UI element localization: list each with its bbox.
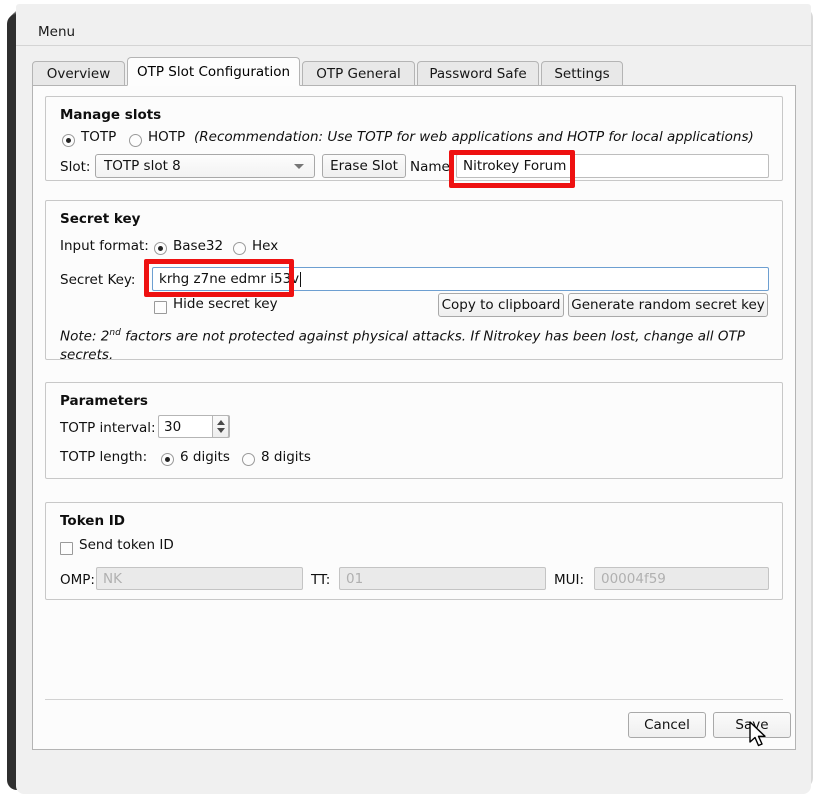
footer-divider bbox=[45, 699, 783, 700]
tab-strip: Overview OTP Slot Configuration OTP Gene… bbox=[32, 57, 796, 86]
manage-slots-group: Manage slots TOTP HOTP (Recommendation: … bbox=[45, 96, 783, 181]
spinbox-buttons[interactable] bbox=[212, 415, 229, 438]
spinner-down-icon[interactable] bbox=[216, 428, 225, 433]
token-id-group: Token ID Send token ID OMP: NK TT: 01 MU… bbox=[45, 502, 783, 600]
spinner-up-icon[interactable] bbox=[216, 420, 225, 425]
totp-interval-label: TOTP interval: bbox=[60, 420, 156, 436]
recommendation-text: (Recommendation: Use TOTP for web applic… bbox=[194, 129, 754, 145]
parameters-title: Parameters bbox=[60, 393, 148, 409]
save-button[interactable]: Save bbox=[713, 712, 791, 738]
send-token-id-checkbox[interactable] bbox=[60, 542, 73, 555]
radio-hotp[interactable] bbox=[129, 134, 142, 147]
mui-label: MUI: bbox=[554, 572, 585, 588]
desktop-background: Menu Overview OTP Slot Configuration OTP… bbox=[0, 0, 823, 802]
radio-base32-label: Base32 bbox=[173, 238, 224, 254]
note-ordinal-suffix: nd bbox=[109, 328, 121, 338]
note-prefix: Note: 2 bbox=[60, 328, 110, 345]
radio-6-digits[interactable] bbox=[161, 453, 174, 466]
send-token-id-label: Send token ID bbox=[79, 537, 174, 553]
secret-key-input[interactable]: krhg z7ne edmr i53v bbox=[152, 267, 769, 291]
radio-hotp-label: HOTP bbox=[148, 129, 186, 145]
tab-settings[interactable]: Settings bbox=[541, 61, 623, 86]
application-window: Menu Overview OTP Slot Configuration OTP… bbox=[16, 4, 811, 794]
radio-8-digits-label: 8 digits bbox=[261, 449, 311, 465]
tt-input[interactable]: 01 bbox=[339, 567, 546, 590]
totp-length-label: TOTP length: bbox=[60, 449, 148, 465]
slot-label: Slot: bbox=[60, 159, 91, 175]
mui-input-placeholder: 00004f59 bbox=[601, 570, 666, 587]
text-caret bbox=[300, 271, 302, 287]
tab-otp-slot-configuration[interactable]: OTP Slot Configuration bbox=[127, 57, 300, 86]
parameters-group: Parameters TOTP interval: 30 TOTP length… bbox=[45, 382, 783, 479]
omp-input-placeholder: NK bbox=[103, 570, 122, 587]
radio-hex-label: Hex bbox=[252, 238, 279, 254]
secret-key-title: Secret key bbox=[60, 211, 141, 227]
secret-key-label: Secret Key: bbox=[60, 272, 136, 288]
chevron-down-icon bbox=[294, 164, 304, 169]
radio-hex[interactable] bbox=[233, 242, 246, 255]
tt-label: TT: bbox=[311, 572, 331, 588]
slot-dropdown-value: TOTP slot 8 bbox=[104, 158, 181, 174]
tab-otp-general[interactable]: OTP General bbox=[302, 61, 415, 86]
token-id-title: Token ID bbox=[60, 513, 126, 529]
mui-input[interactable]: 00004f59 bbox=[594, 567, 769, 590]
tab-password-safe[interactable]: Password Safe bbox=[417, 61, 539, 86]
generate-random-secret-key-button[interactable]: Generate random secret key bbox=[568, 293, 768, 317]
secret-key-note: Note: 2nd factors are not protected agai… bbox=[60, 324, 766, 364]
tab-panel-otp-slot-configuration: Manage slots TOTP HOTP (Recommendation: … bbox=[32, 85, 796, 750]
radio-totp[interactable] bbox=[62, 134, 75, 147]
cancel-button[interactable]: Cancel bbox=[628, 712, 706, 738]
manage-slots-title: Manage slots bbox=[60, 107, 162, 123]
radio-totp-label: TOTP bbox=[81, 129, 117, 145]
name-input[interactable]: Nitrokey Forum bbox=[456, 154, 769, 178]
menu-button[interactable]: Menu bbox=[34, 22, 79, 42]
tab-overview[interactable]: Overview bbox=[32, 61, 125, 86]
menu-bar: Menu bbox=[16, 18, 811, 46]
omp-label: OMP: bbox=[60, 572, 95, 588]
hide-secret-key-checkbox[interactable] bbox=[154, 301, 167, 314]
omp-input[interactable]: NK bbox=[96, 567, 303, 590]
name-label: Name: bbox=[410, 159, 455, 175]
totp-interval-spinbox[interactable]: 30 bbox=[158, 415, 230, 438]
radio-6-digits-label: 6 digits bbox=[180, 449, 230, 465]
copy-to-clipboard-button[interactable]: Copy to clipboard bbox=[438, 293, 564, 317]
note-rest: factors are not protected against physic… bbox=[60, 328, 745, 363]
hide-secret-key-label: Hide secret key bbox=[173, 296, 278, 312]
radio-8-digits[interactable] bbox=[242, 453, 255, 466]
input-format-label: Input format: bbox=[60, 238, 149, 254]
secret-key-group: Secret key Input format: Base32 Hex Secr… bbox=[45, 200, 783, 363]
tt-input-placeholder: 01 bbox=[346, 570, 364, 587]
name-input-value: Nitrokey Forum bbox=[463, 158, 567, 174]
totp-interval-value: 30 bbox=[164, 418, 182, 435]
erase-slot-button[interactable]: Erase Slot bbox=[322, 154, 406, 178]
radio-base32[interactable] bbox=[154, 242, 167, 255]
slot-dropdown[interactable]: TOTP slot 8 bbox=[95, 154, 315, 178]
secret-key-input-value: krhg z7ne edmr i53v bbox=[159, 271, 300, 287]
